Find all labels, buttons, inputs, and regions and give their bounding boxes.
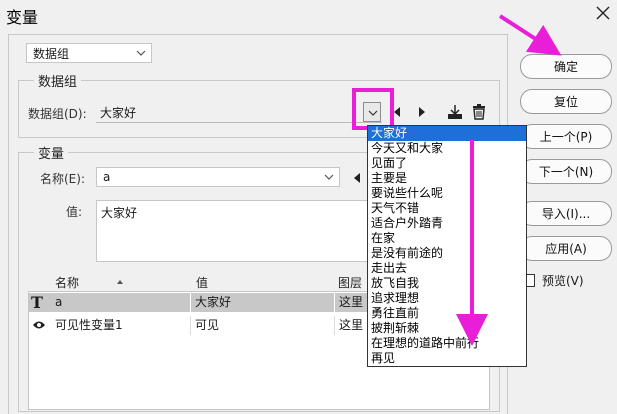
dataset-dropdown-list: 大家好 今天又和大家 见面了 主要是 要说些什么呢 天气不错 适合户外踏青 在家…	[367, 125, 527, 367]
row-layer: 这里	[339, 318, 364, 332]
row-value: 大家好	[191, 293, 335, 312]
variable-value-textarea[interactable]: 大家好	[96, 200, 368, 262]
dataset-mode-select[interactable]: 数据组	[26, 43, 152, 63]
dropdown-option[interactable]: 天气不错	[368, 201, 526, 216]
next-button[interactable]: 下一个(N)	[520, 159, 612, 184]
dropdown-option[interactable]: 是没有前途的	[368, 246, 526, 261]
preview-label: 预览(V)	[542, 274, 584, 288]
dataset-mode-select-value: 数据组	[33, 46, 70, 61]
dropdown-option[interactable]: 勇往直前	[368, 306, 526, 321]
variable-value-label: 值:	[66, 205, 83, 219]
row-name: 可见性变量1	[51, 316, 191, 335]
dropdown-option[interactable]: 见面了	[368, 156, 526, 171]
column-value[interactable]: 值	[196, 274, 208, 291]
apply-button[interactable]: 应用(A)	[520, 236, 612, 261]
text-icon: T	[31, 293, 43, 312]
prev-dataset-icon[interactable]	[392, 106, 402, 118]
dataset-label: 数据组(D):	[28, 107, 87, 121]
chevron-down-icon	[368, 110, 378, 116]
row-layer: 这里	[339, 295, 364, 309]
dataset-field[interactable]: 大家好	[96, 103, 382, 123]
dropdown-option[interactable]: 披荆斩棘	[368, 321, 526, 336]
dropdown-option[interactable]: 放飞自我	[368, 276, 526, 291]
chevron-down-icon	[136, 50, 146, 56]
next-dataset-icon[interactable]	[417, 106, 427, 118]
ok-button[interactable]: 确定	[520, 54, 612, 79]
column-name[interactable]: 名称	[55, 274, 79, 291]
column-layer[interactable]: 图层	[338, 274, 362, 291]
dropdown-option[interactable]: 大家好	[368, 126, 526, 141]
dropdown-option[interactable]: 主要是	[368, 171, 526, 186]
dropdown-option[interactable]: 在家	[368, 231, 526, 246]
dropdown-option[interactable]: 在理想的道路中前行	[368, 336, 526, 351]
variable-name-value: a	[103, 170, 111, 184]
close-icon[interactable]	[592, 2, 614, 24]
dropdown-option[interactable]: 要说些什么呢	[368, 186, 526, 201]
row-name: a	[51, 293, 191, 312]
import-button[interactable]: 导入(I)...	[520, 201, 612, 226]
sort-ascending-icon	[117, 280, 123, 284]
dialog-title: 变量	[6, 8, 39, 27]
reset-button[interactable]: 复位	[520, 89, 612, 114]
dataset-dropdown-button[interactable]	[363, 102, 381, 122]
dropdown-option[interactable]: 适合户外踏青	[368, 216, 526, 231]
dropdown-option[interactable]: 今天又和大家	[368, 141, 526, 156]
row-value: 可见	[191, 316, 335, 335]
prev-button[interactable]: 上一个(P)	[520, 124, 612, 149]
prev-variable-icon[interactable]	[352, 172, 362, 184]
eye-icon	[33, 321, 45, 329]
trash-icon[interactable]	[472, 104, 486, 120]
dropdown-option[interactable]: 追求理想	[368, 291, 526, 306]
variable-value-text: 大家好	[101, 206, 138, 220]
dataset-group-title: 数据组	[34, 71, 82, 90]
chevron-down-icon	[324, 174, 334, 180]
variable-group-title: 变量	[34, 143, 69, 162]
variable-name-label: 名称(E):	[40, 172, 85, 186]
save-dataset-icon[interactable]	[446, 104, 464, 120]
dataset-field-value: 大家好	[100, 106, 137, 120]
dropdown-option[interactable]: 走出去	[368, 261, 526, 276]
variable-name-select[interactable]: a	[96, 167, 340, 187]
dropdown-option[interactable]: 再见	[368, 351, 526, 366]
